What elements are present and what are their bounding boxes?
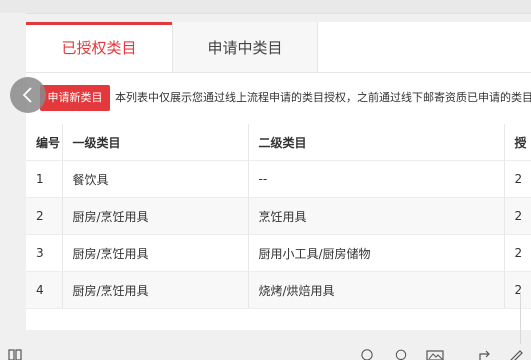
row-primary-category: 厨房/烹饪用具 [62,234,249,272]
row-primary-category: 餐饮具 [62,160,249,198]
row-extra: 2 [504,197,531,235]
top-bar [0,0,531,13]
row-number: 1 [26,160,63,198]
edit-icon[interactable] [508,348,524,360]
header-secondary-category: 二级类目 [248,124,505,161]
image-icon[interactable] [426,348,444,360]
row-number: 2 [26,197,63,235]
table-header-row: 编号 一级类目 二级类目 授 [26,124,531,161]
notice-text: 本列表中仅展示您通过线上流程申请的类目授权，之前通过线下邮寄资质已申请的类目 [115,91,531,104]
table-row: 1 餐饮具 -- 2 [26,160,531,198]
row-number: 4 [26,271,63,309]
search-icon[interactable] [394,348,408,360]
row-primary-category: 厨房/烹饪用具 [62,271,249,309]
back-button[interactable] [10,77,46,113]
row-secondary-category: 烹饪用具 [248,197,505,235]
header-authorized: 授 [504,124,531,161]
tab-authorized[interactable]: 已授权类目 [26,22,172,72]
header-primary-category: 一级类目 [62,124,249,161]
tab-pending[interactable]: 申请中类目 [172,22,318,72]
tab-bar: 已授权类目 申请中类目 [26,22,531,73]
table-row: 4 厨房/烹饪用具 烧烤/烘焙用具 2 [26,271,531,309]
header-number: 编号 [26,124,63,161]
row-extra: 2 [504,271,531,309]
row-secondary-category: 烧烤/烘焙用具 [248,271,505,309]
row-secondary-category: -- [248,160,505,198]
chevron-left-icon [22,87,32,103]
share-icon[interactable] [478,348,494,360]
grid-icon[interactable] [8,348,22,360]
row-secondary-category: 厨用小工具/厨房储物 [248,234,505,272]
bottom-toolbar [0,344,531,360]
row-number: 3 [26,234,63,272]
row-primary-category: 厨房/烹饪用具 [62,197,249,235]
category-table: 编号 一级类目 二级类目 授 1 餐饮具 -- 2 2 厨房/烹饪用具 烹饪用具… [26,124,531,309]
info-icon[interactable] [360,348,374,360]
row-extra: 2 [504,160,531,198]
apply-new-category-button[interactable]: 申请新类目 [40,85,110,111]
category-panel: 已授权类目 申请中类目 申请新类目 本列表中仅展示您通过线上流程申请的类目授权，… [26,22,531,330]
row-extra: 2 [504,234,531,272]
top-divider [26,13,531,14]
table-row: 3 厨房/烹饪用具 厨用小工具/厨房储物 2 [26,234,531,272]
table-row: 2 厨房/烹饪用具 烹饪用具 2 [26,197,531,235]
